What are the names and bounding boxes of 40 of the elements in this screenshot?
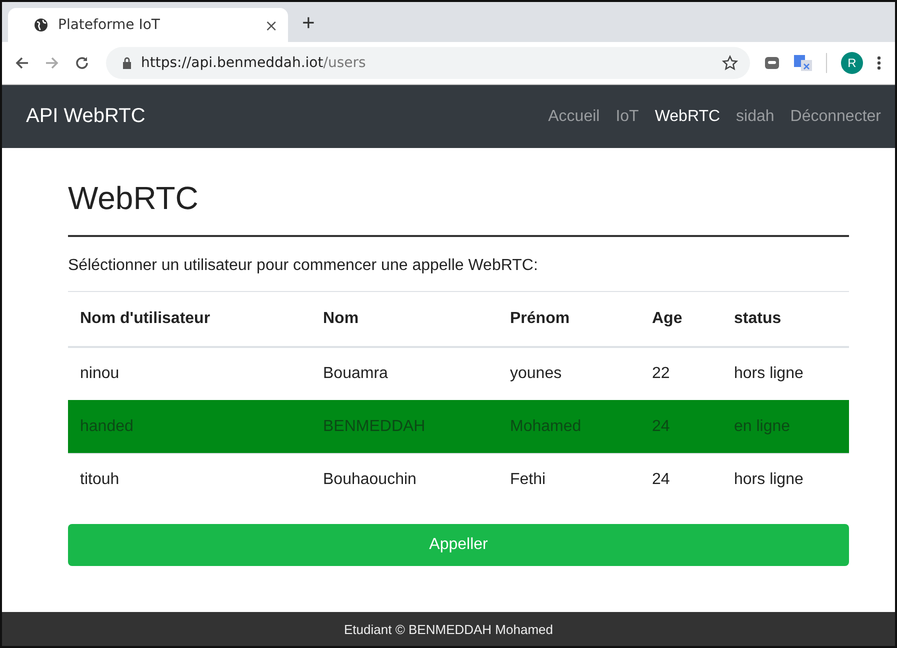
table-cell: Fethi [498,454,640,506]
table-cell: 24 [640,400,722,454]
reload-icon[interactable] [74,55,90,71]
star-icon[interactable] [722,55,738,71]
nav-link[interactable]: IoT [616,108,639,126]
nav-link[interactable]: Accueil [548,108,600,126]
nav-link[interactable]: Déconnecter [790,108,881,126]
chat-icon[interactable] [764,55,780,71]
footer-text: Etudiant © BENMEDDAH Mohamed [2,612,895,646]
brand-link[interactable]: API WebRTC [26,105,146,128]
menu-icon[interactable] [877,55,881,71]
new-tab-button[interactable]: + [302,10,315,36]
table-row[interactable]: titouh Bouhaouchin Fethi 24 hors ligne [68,454,849,506]
address-field[interactable]: https://api.benmeddah.iot/users [106,47,750,79]
back-icon[interactable] [14,55,30,71]
tab-title: Plateforme IoT [58,17,161,33]
table-cell: handed [68,400,311,454]
translate-icon[interactable] [794,55,812,71]
column-header: Prénom [498,292,640,347]
intro-text: Séléctionner un utilisateur pour commencer une appelle WebRTC: [68,257,539,275]
nav-link[interactable]: sidah [736,108,774,126]
lock-icon [122,57,132,69]
table-cell: 24 [640,454,722,506]
column-header: Age [640,292,722,347]
globe-icon [34,18,48,32]
table-cell: Bouhaouchin [311,454,498,506]
table-cell: titouh [68,454,311,506]
table-cell: en ligne [722,400,849,454]
column-header: Nom d'utilisateur [68,292,311,347]
table-cell: Mohamed [498,400,640,454]
table-cell: BENMEDDAH [311,400,498,454]
table-cell: hors ligne [722,454,849,506]
nav-link[interactable]: WebRTC [654,108,720,126]
close-tab-button[interactable]: × [264,16,278,34]
column-header: Nom [311,292,498,347]
page-heading: WebRTC [68,180,200,217]
browser-tab[interactable]: Plateforme IoT × [8,8,288,42]
column-header: status [722,292,849,347]
profile-avatar[interactable]: R [841,52,863,74]
url-text: https://api.benmeddah.iot/users [141,55,366,71]
